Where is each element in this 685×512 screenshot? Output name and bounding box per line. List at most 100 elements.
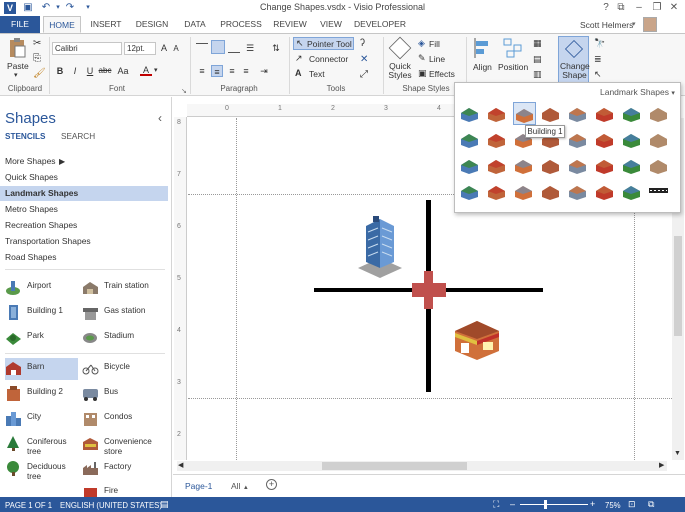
font-color-dropdown-icon[interactable]: ▾ <box>154 66 158 74</box>
shape-factory[interactable]: Factory <box>82 458 168 480</box>
gallery-skyscraper-icon[interactable] <box>513 180 536 203</box>
align-bottom-icon[interactable] <box>228 43 240 53</box>
shape-deciduous-tree[interactable]: Deciduous tree <box>5 458 77 481</box>
tab-view[interactable]: VIEW <box>316 16 346 33</box>
paste-icon[interactable] <box>8 38 26 58</box>
gallery-factory-2-icon[interactable] <box>594 180 617 203</box>
gallery-airport-icon[interactable] <box>459 102 482 125</box>
gallery-barn-icon[interactable] <box>486 102 509 125</box>
tab-home[interactable]: HOME <box>43 16 81 33</box>
quick-styles-button[interactable]: Quick Styles <box>386 62 414 80</box>
position-button[interactable]: Position <box>498 62 528 72</box>
zoom-in-button[interactable]: + <box>590 499 595 509</box>
text-tool-button[interactable]: A Text <box>293 68 354 81</box>
find-icon[interactable]: 🔭 <box>594 38 605 49</box>
pointer-tool-button[interactable]: ↖ Pointer Tool <box>293 37 354 50</box>
gallery-university-icon[interactable] <box>486 180 509 203</box>
horizontal-scrollbar[interactable]: ◀ ▶ <box>177 461 667 471</box>
cut-icon[interactable]: ✂ <box>33 38 41 49</box>
align-middle-icon[interactable] <box>211 40 225 54</box>
scroll-thumb[interactable] <box>322 462 467 470</box>
shape-gas-station[interactable]: Gas station <box>82 302 168 324</box>
fit-to-window-icon[interactable]: ⊡ <box>628 499 636 510</box>
gallery-bicycle-icon[interactable] <box>459 128 482 151</box>
insert-page-button[interactable]: + <box>266 479 277 490</box>
page-number-status[interactable]: PAGE 1 OF 1 <box>5 501 52 510</box>
gallery-hotel-icon[interactable] <box>648 154 671 177</box>
paste-dropdown-icon[interactable]: ▾ <box>14 71 18 79</box>
tab-design[interactable]: DESIGN <box>131 16 173 33</box>
gallery-gas-station-icon[interactable] <box>567 128 590 151</box>
line-tool-icon[interactable]: ⤢ <box>360 69 368 80</box>
decrease-indent-icon[interactable]: ≡ <box>196 65 208 77</box>
gallery-condos-icon[interactable] <box>594 102 617 125</box>
tab-process[interactable]: PROCESS <box>217 16 265 33</box>
shape-barn[interactable]: Barn <box>5 358 78 380</box>
convenience-store-shape[interactable] <box>453 315 501 360</box>
shrink-font-icon[interactable]: A <box>170 43 182 55</box>
bold-button[interactable]: B <box>54 65 66 77</box>
shape-fire[interactable]: Fire <box>82 482 168 497</box>
align-center-icon[interactable]: ≡ <box>211 65 223 77</box>
italic-button[interactable]: I <box>69 65 81 77</box>
restore-button[interactable]: ❐ <box>650 1 664 14</box>
tab-file[interactable]: FILE <box>0 16 40 33</box>
gallery-library-icon[interactable] <box>459 180 482 203</box>
shape-stadium[interactable]: Stadium <box>82 327 168 349</box>
gallery-park-icon[interactable] <box>648 128 671 151</box>
font-size-dropdown[interactable]: 12pt. <box>124 42 156 55</box>
scroll-thumb[interactable] <box>674 236 682 336</box>
gallery-lighthouse-icon[interactable] <box>513 154 536 177</box>
shape-park[interactable]: Park <box>5 327 77 349</box>
zoom-level[interactable]: 75% <box>605 501 621 510</box>
stencil-recreation-shapes[interactable]: Recreation Shapes <box>0 218 168 233</box>
quick-styles-icon[interactable] <box>388 36 412 60</box>
stencil-more-shapes[interactable]: More Shapes ▶ <box>0 154 168 169</box>
gallery-house-icon[interactable] <box>486 154 509 177</box>
gallery-stadium-icon[interactable] <box>621 128 644 151</box>
line-icon[interactable]: ✎ <box>418 53 426 64</box>
fill-icon[interactable]: ◈ <box>418 38 425 49</box>
font-color-button[interactable]: A <box>140 64 152 76</box>
grow-font-icon[interactable]: A <box>158 42 170 54</box>
crosshair-center-shape-vertical[interactable] <box>424 271 433 309</box>
user-dropdown-icon[interactable]: ▾ <box>632 20 636 28</box>
bullets-icon[interactable]: ☰ <box>244 42 256 54</box>
building-1-shape[interactable] <box>356 216 404 278</box>
format-painter-icon[interactable]: 🖌 <box>33 68 46 79</box>
gallery-bus-icon[interactable] <box>486 128 509 151</box>
language-status[interactable]: ENGLISH (UNITED STATES) <box>60 501 162 510</box>
send-backward-icon[interactable]: ▥ <box>533 69 542 80</box>
tab-insert[interactable]: INSERT <box>86 16 126 33</box>
macro-recording-icon[interactable]: ▤ <box>160 499 169 510</box>
tab-developer[interactable]: DEVELOPER <box>352 16 408 33</box>
user-avatar[interactable] <box>643 17 657 32</box>
gallery-church-icon[interactable] <box>594 154 617 177</box>
shape-city[interactable]: City <box>5 408 77 430</box>
stencil-quick-shapes[interactable]: Quick Shapes <box>0 170 168 185</box>
scroll-left-icon[interactable]: ◀ <box>178 461 183 469</box>
gallery-hut-icon[interactable] <box>567 180 590 203</box>
change-case-button[interactable]: Aa <box>115 65 131 77</box>
switch-windows-icon[interactable]: ⧉ <box>648 499 654 510</box>
effects-button[interactable]: Effects <box>429 69 455 79</box>
position-icon[interactable] <box>503 38 523 58</box>
layers-icon[interactable]: ≣ <box>594 54 602 65</box>
gallery-warehouse-icon[interactable] <box>621 180 644 203</box>
help-icon[interactable]: ? <box>599 1 613 14</box>
align-button[interactable]: Align <box>473 62 492 72</box>
indent-icon[interactable]: ⇥ <box>258 65 270 77</box>
tab-search[interactable]: SEARCH <box>61 132 95 141</box>
shape-airport[interactable]: Airport <box>5 277 77 299</box>
group-icon[interactable]: ▦ <box>533 38 542 49</box>
page-tab-page-1[interactable]: Page-1 <box>185 481 212 491</box>
justify-icon[interactable]: ≡ <box>240 65 252 77</box>
delete-x-icon[interactable]: ✕ <box>360 54 368 65</box>
gallery-car-icon[interactable] <box>540 180 563 203</box>
copy-icon[interactable]: ⎘ <box>33 53 41 64</box>
shape-bicycle[interactable]: Bicycle <box>82 358 168 380</box>
gallery-road-icon[interactable] <box>648 180 671 203</box>
change-shape-button[interactable]: Change Shape <box>558 36 590 84</box>
zoom-slider[interactable] <box>520 504 588 505</box>
line-button[interactable]: Line <box>429 54 445 64</box>
